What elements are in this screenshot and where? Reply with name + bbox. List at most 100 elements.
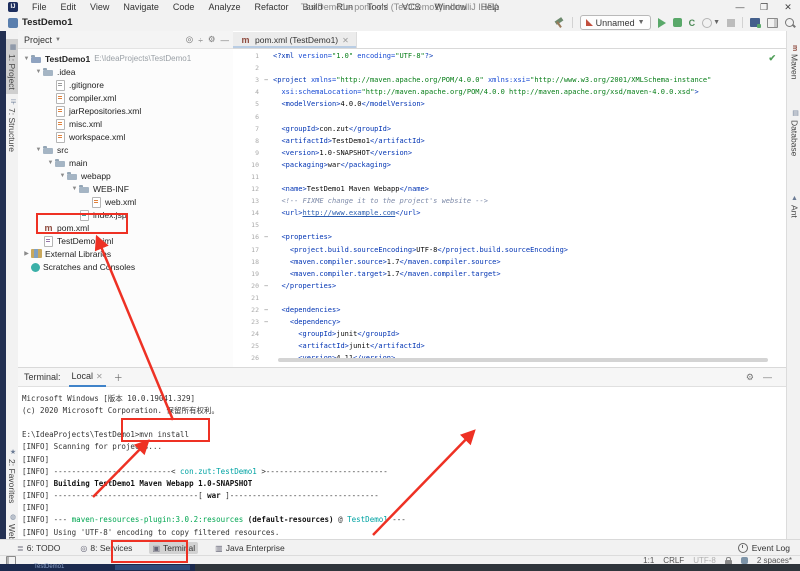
code-line: 23− <dependency>	[233, 316, 786, 328]
tree-item-label: misc.xml	[69, 119, 102, 129]
toolwindow-tab-project[interactable]: ▦1: Project	[6, 39, 18, 94]
collapse-all-icon[interactable]: ÷	[198, 35, 203, 45]
new-terminal-session-button[interactable]: ＋	[114, 371, 123, 384]
tree-item[interactable]: compiler.xml	[18, 91, 233, 104]
tree-item[interactable]: Scratches and Consoles	[18, 260, 233, 273]
tree-item[interactable]: ▶ External Libraries	[18, 247, 233, 260]
fold-icon[interactable]: −	[264, 76, 273, 84]
project-panel-title[interactable]: Project	[24, 35, 52, 45]
tree-toggle-icon[interactable]: ▼	[34, 147, 43, 153]
tree-item[interactable]: workspace.xml	[18, 130, 233, 143]
menu-run[interactable]: Run	[330, 2, 361, 12]
tree-item[interactable]: misc.xml	[18, 117, 233, 130]
project-tree: ▼TestDemo1E:\IdeaProjects\TestDemo1▼.ide…	[18, 49, 233, 273]
terminal-minimize-icon[interactable]: —	[763, 372, 772, 382]
fold-icon[interactable]: −	[264, 282, 273, 290]
toolwindow-tab-maven[interactable]: mMaven	[788, 41, 800, 84]
tree-item[interactable]: jarRepositories.xml	[18, 104, 233, 117]
tree-item[interactable]: ▼.idea	[18, 65, 233, 78]
code-line: 24 <groupId>junit</groupId>	[233, 328, 786, 340]
project-folder-icon	[31, 54, 42, 64]
terminal-settings-gear-icon[interactable]: ⚙	[746, 372, 754, 383]
toolwindow-tab-favorites[interactable]: ★2: Favorites	[6, 444, 18, 507]
menu-help[interactable]: Help	[474, 2, 507, 12]
debug-button[interactable]	[673, 18, 682, 27]
chevron-down-icon: ▼	[713, 19, 720, 26]
terminal-tab-local[interactable]: Local ✕	[69, 368, 106, 387]
maven-file-icon: m	[43, 223, 54, 233]
menu-refactor[interactable]: Refactor	[247, 2, 295, 12]
menu-vcs[interactable]: VCS	[395, 2, 428, 12]
tree-item[interactable]: ▼WEB-INF	[18, 182, 233, 195]
editor-tab-pom[interactable]: m pom.xml (TestDemo1) ✕	[233, 32, 357, 48]
toolwindow-tab-database[interactable]: ▤Database	[788, 105, 800, 160]
menu-file[interactable]: File	[25, 2, 54, 12]
tree-item[interactable]: ▼src	[18, 143, 233, 156]
coverage-button[interactable]: C	[689, 18, 696, 28]
menu-analyze[interactable]: Analyze	[201, 2, 247, 12]
gitignore-file-icon	[55, 80, 66, 90]
maximize-button[interactable]: ❐	[752, 2, 776, 13]
tree-item[interactable]: ▼main	[18, 156, 233, 169]
fold-icon[interactable]: −	[264, 318, 273, 326]
tree-toggle-icon[interactable]: ▶	[22, 250, 31, 257]
minimize-button[interactable]: —	[728, 2, 752, 12]
menu-edit[interactable]: Edit	[54, 2, 84, 12]
tree-toggle-icon[interactable]: ▼	[22, 56, 31, 62]
toolwindow-tab-ant[interactable]: ▲Ant	[788, 191, 800, 222]
editor-lines[interactable]: 1<?xml version="1.0" encoding="UTF-8"?> 2…	[233, 48, 786, 367]
profiler-button[interactable]: ▼	[702, 18, 720, 28]
inspection-profile-icon[interactable]	[741, 557, 748, 564]
tree-item[interactable]: mpom.xml	[18, 221, 233, 234]
gear-icon[interactable]: ⚙	[208, 34, 216, 45]
menu-navigate[interactable]: Navigate	[116, 2, 166, 12]
tree-item[interactable]: index.jsp	[18, 208, 233, 221]
project-structure-button[interactable]	[750, 18, 760, 27]
close-icon[interactable]: ✕	[342, 36, 349, 45]
tree-toggle-icon[interactable]: ▼	[46, 160, 55, 166]
run-configuration-select[interactable]: Unnamed ▼	[580, 15, 651, 30]
tree-toggle-icon[interactable]: ▼	[70, 186, 79, 192]
build-hammer-icon[interactable]	[554, 17, 565, 28]
line-number: 4	[233, 88, 264, 96]
stop-button[interactable]	[727, 19, 735, 27]
tree-item[interactable]: ▼TestDemo1E:\IdeaProjects\TestDemo1	[18, 52, 233, 65]
toolwindow-tab-structure[interactable]: ⊪7: Structure	[6, 95, 18, 156]
code-line: 1<?xml version="1.0" encoding="UTF-8"?>	[233, 50, 786, 62]
layout-button[interactable]	[767, 18, 778, 28]
run-button[interactable]	[658, 18, 666, 28]
menu-tools[interactable]: Tools	[360, 2, 395, 12]
menu-code[interactable]: Code	[166, 2, 202, 12]
tree-item-label: External Libraries	[45, 249, 111, 259]
tree-item[interactable]: web.xml	[18, 195, 233, 208]
hide-panel-icon[interactable]: —	[221, 35, 230, 45]
fold-icon[interactable]: −	[264, 233, 273, 241]
menu-build[interactable]: Build	[295, 2, 329, 12]
close-icon[interactable]: ✕	[96, 372, 103, 381]
search-everywhere-icon[interactable]	[785, 18, 794, 27]
terminal-output[interactable]: Microsoft Windows [版本 10.0.19041.329](c)…	[18, 387, 786, 538]
toolwindow-tab-todo[interactable]: ≣6: TODO	[14, 542, 63, 554]
tree-toggle-icon[interactable]: ▼	[58, 173, 67, 179]
event-log-button[interactable]: Event Log	[738, 543, 790, 553]
editor-horizontal-scrollbar[interactable]	[278, 358, 768, 362]
folder-icon	[43, 145, 54, 155]
tree-item[interactable]: .gitignore	[18, 78, 233, 91]
code-line: 22− <dependencies>	[233, 304, 786, 316]
terminal-line: [INFO] Scanning for projects...	[22, 441, 786, 453]
toolwindow-tab-services[interactable]: ◎8: Services	[77, 542, 135, 554]
close-button[interactable]: ✕	[776, 2, 800, 13]
toolwindow-tab-terminal[interactable]: ▣Terminal	[149, 542, 198, 554]
tree-toggle-icon[interactable]: ▼	[34, 69, 43, 75]
toolwindow-tab-java-enterprise[interactable]: ▥Java Enterprise	[212, 542, 288, 554]
terminal-line: [INFO]	[22, 453, 786, 465]
xml-file-icon	[55, 119, 66, 129]
line-number: 26	[233, 354, 264, 362]
fold-icon[interactable]: −	[264, 306, 273, 314]
locate-file-icon[interactable]: ◎	[186, 34, 193, 45]
editor-area: m pom.xml (TestDemo1) ✕ 1<?xml version="…	[233, 31, 786, 367]
menu-view[interactable]: View	[83, 2, 116, 12]
menu-window[interactable]: Window	[428, 2, 474, 12]
tree-item[interactable]: ▼webapp	[18, 169, 233, 182]
tree-item[interactable]: TestDemo1.iml	[18, 234, 233, 247]
